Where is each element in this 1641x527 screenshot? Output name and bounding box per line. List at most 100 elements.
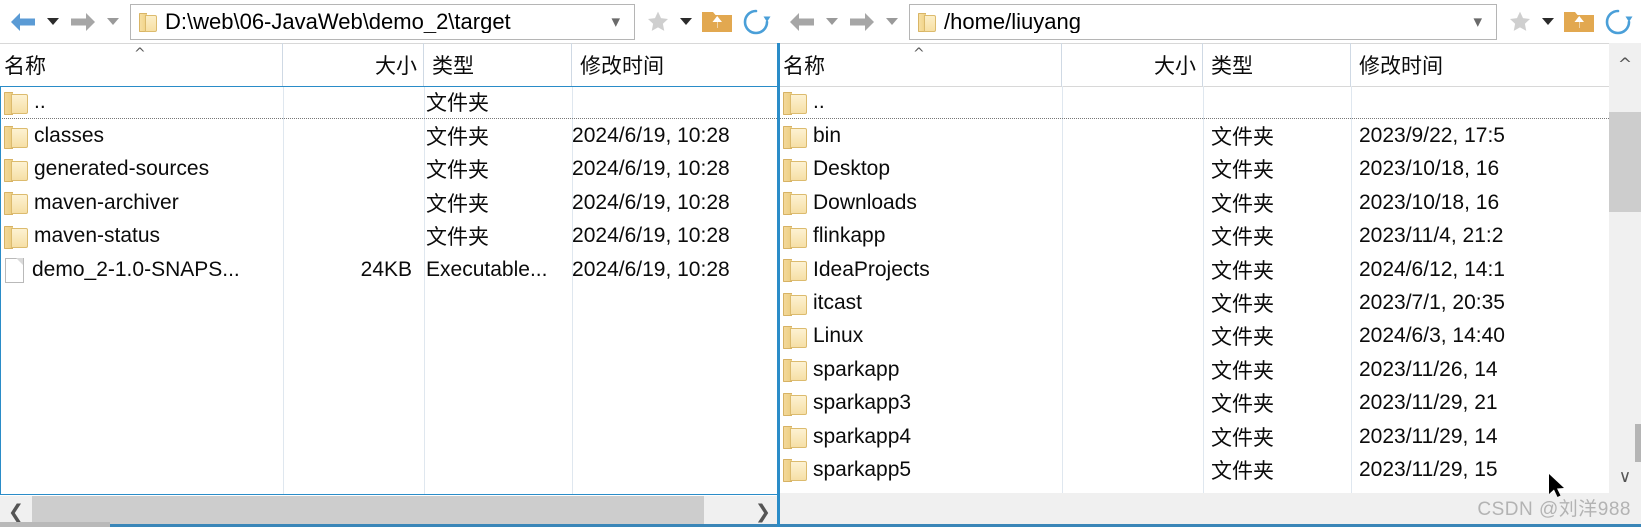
file-name-label: Desktop bbox=[813, 157, 891, 181]
table-row[interactable]: IdeaProjects 文件夹 2024/6/12, 14:1 bbox=[779, 253, 1609, 286]
cell-size bbox=[1062, 353, 1203, 386]
left-forward-button[interactable] bbox=[64, 4, 102, 40]
left-address-bar[interactable]: D:\web\06-JavaWeb\demo_2\target ▾ bbox=[130, 3, 635, 40]
table-row[interactable]: sparkapp4 文件夹 2023/11/29, 14 bbox=[779, 420, 1609, 453]
table-row[interactable]: sparkapp5 文件夹 2023/11/29, 15 bbox=[779, 453, 1609, 486]
chevron-down-icon[interactable]: ▾ bbox=[603, 13, 628, 30]
right-back-history-dropdown[interactable] bbox=[821, 4, 843, 40]
right-header-size[interactable]: 大小 bbox=[1062, 43, 1203, 86]
table-row[interactable]: .. 文件夹 bbox=[0, 86, 779, 120]
cell-modified bbox=[1351, 86, 1569, 119]
left-hscroll-thumb[interactable] bbox=[32, 496, 704, 527]
arrow-left-icon bbox=[790, 12, 814, 31]
left-back-button[interactable] bbox=[4, 4, 42, 40]
arrow-right-icon bbox=[71, 12, 95, 31]
cell-name: maven-archiver bbox=[0, 186, 279, 219]
table-row[interactable]: .. bbox=[779, 86, 1609, 120]
table-row[interactable]: Desktop 文件夹 2023/10/18, 16 bbox=[779, 153, 1609, 186]
cell-modified: 2023/11/4, 21:2 bbox=[1359, 224, 1504, 248]
cell-type: 文件夹 bbox=[1211, 192, 1274, 216]
table-row[interactable]: demo_2-1.0-SNAPS... 24KB Executable... 2024… bbox=[0, 253, 779, 286]
left-forward-history-dropdown[interactable] bbox=[102, 4, 124, 40]
table-row[interactable]: Linux 文件夹 2024/6/3, 14:40 bbox=[779, 320, 1609, 353]
folder-icon bbox=[783, 192, 807, 216]
right-address-bar[interactable]: /home/liuyang ▾ bbox=[909, 3, 1497, 40]
right-header-modified[interactable]: 修改时间 bbox=[1351, 43, 1569, 86]
cell-name: Desktop bbox=[779, 153, 1062, 186]
right-toolbar: /home/liuyang ▾ bbox=[779, 0, 1641, 43]
cell-modified: 2023/10/18, 16 bbox=[1359, 157, 1500, 181]
table-row[interactable]: maven-status 文件夹 2024/6/19, 10:28 bbox=[0, 220, 779, 253]
right-back-button[interactable] bbox=[783, 4, 821, 40]
file-name-label: maven-archiver bbox=[34, 190, 179, 214]
right-vscroll-thumb[interactable] bbox=[1609, 112, 1641, 212]
cell-type: 文件夹 bbox=[1211, 293, 1274, 317]
cell-name: sparkapp5 bbox=[779, 453, 1062, 486]
cell-modified: 2024/6/12, 14:1 bbox=[1359, 257, 1505, 281]
left-header-type[interactable]: 类型 bbox=[424, 43, 572, 86]
left-header-size-label: 大小 bbox=[375, 54, 417, 78]
table-row[interactable]: Downloads 文件夹 2023/10/18, 16 bbox=[779, 186, 1609, 219]
left-bookmark-button[interactable] bbox=[641, 7, 675, 37]
cell-type: 文件夹 bbox=[1211, 226, 1274, 250]
table-row[interactable]: itcast 文件夹 2023/7/1, 20:35 bbox=[779, 286, 1609, 319]
chevron-up-icon[interactable]: ^ bbox=[1609, 43, 1641, 86]
cell-name: Linux bbox=[779, 320, 1062, 353]
file-name-label: Linux bbox=[813, 324, 864, 348]
right-file-list[interactable]: .. bin 文件夹 2023/9/22, 17:5 Desktop 文件夹 2023/10… bbox=[779, 86, 1609, 493]
left-address-value: D:\web\06-JavaWeb\demo_2\target bbox=[165, 10, 511, 33]
right-refresh-button[interactable] bbox=[1599, 5, 1637, 39]
left-refresh-button[interactable] bbox=[737, 5, 775, 39]
caret-down-icon bbox=[826, 18, 838, 25]
right-forward-button[interactable] bbox=[843, 4, 881, 40]
left-parent-folder-button[interactable] bbox=[697, 6, 737, 38]
caret-down-icon bbox=[1542, 18, 1554, 25]
table-row[interactable]: sparkapp3 文件夹 2023/11/29, 21 bbox=[779, 387, 1609, 420]
cell-size bbox=[1062, 253, 1203, 286]
left-header-modified-label: 修改时间 bbox=[580, 54, 664, 78]
cell-name: Downloads bbox=[779, 186, 1062, 219]
left-hscroll-track[interactable] bbox=[32, 496, 747, 527]
cell-size bbox=[279, 220, 418, 253]
left-back-history-dropdown[interactable] bbox=[42, 4, 64, 40]
chevron-down-icon[interactable]: ∨ bbox=[1609, 461, 1641, 493]
right-vertical-scrollbar[interactable]: ∨ bbox=[1609, 86, 1641, 493]
cell-modified: 2023/11/26, 14 bbox=[1359, 357, 1498, 381]
right-parent-folder-button[interactable] bbox=[1559, 6, 1599, 38]
file-icon bbox=[4, 257, 24, 283]
chevron-down-icon[interactable]: ▾ bbox=[1465, 13, 1490, 30]
file-name-label: Downloads bbox=[813, 190, 917, 214]
table-row[interactable]: bin 文件夹 2023/9/22, 17:5 bbox=[779, 119, 1609, 152]
pane-divider[interactable] bbox=[777, 43, 780, 527]
left-header-size[interactable]: 大小 bbox=[283, 43, 424, 86]
folder-icon bbox=[783, 158, 807, 182]
table-row[interactable]: generated-sources 文件夹 2024/6/19, 10:28 bbox=[0, 153, 779, 186]
right-bookmark-button[interactable] bbox=[1503, 7, 1537, 37]
cell-name: sparkapp4 bbox=[779, 420, 1062, 453]
cell-type: 文件夹 bbox=[426, 159, 490, 183]
folder-up-icon bbox=[1564, 11, 1594, 32]
left-bookmark-dropdown[interactable] bbox=[675, 4, 697, 40]
file-name-label: .. bbox=[813, 90, 825, 114]
right-forward-history-dropdown[interactable] bbox=[881, 4, 903, 40]
right-bookmark-dropdown[interactable] bbox=[1537, 4, 1559, 40]
left-file-list[interactable]: .. 文件夹 classes 文件夹 2024/6/19, 10:28 generated… bbox=[0, 86, 779, 495]
table-row[interactable]: flinkapp 文件夹 2023/11/4, 21:2 bbox=[779, 220, 1609, 253]
right-header-name[interactable]: 名称 ^ bbox=[779, 43, 1062, 86]
table-row[interactable]: classes 文件夹 2024/6/19, 10:28 bbox=[0, 119, 779, 152]
table-row[interactable]: maven-archiver 文件夹 2024/6/19, 10:28 bbox=[0, 186, 779, 219]
left-horizontal-scrollbar[interactable]: ❮ ❯ bbox=[0, 495, 779, 527]
right-vscroll-track[interactable] bbox=[1609, 86, 1641, 462]
file-name-label: sparkapp4 bbox=[813, 424, 912, 448]
left-header-modified[interactable]: 修改时间 bbox=[572, 43, 777, 86]
table-row[interactable]: sparkapp 文件夹 2023/11/26, 14 bbox=[779, 353, 1609, 386]
cell-name: bin bbox=[779, 119, 1062, 152]
mouse-cursor-icon bbox=[1549, 474, 1564, 497]
right-header-type[interactable]: 类型 bbox=[1203, 43, 1351, 86]
cell-name: itcast bbox=[779, 286, 1062, 319]
left-pane: D:\web\06-JavaWeb\demo_2\target ▾ 名称 ^ 大… bbox=[0, 0, 779, 527]
chevron-right-icon[interactable]: ❯ bbox=[747, 496, 779, 527]
left-header-name[interactable]: 名称 ^ bbox=[0, 43, 283, 86]
left-header-name-label: 名称 bbox=[4, 54, 46, 78]
folder-icon bbox=[4, 91, 28, 115]
